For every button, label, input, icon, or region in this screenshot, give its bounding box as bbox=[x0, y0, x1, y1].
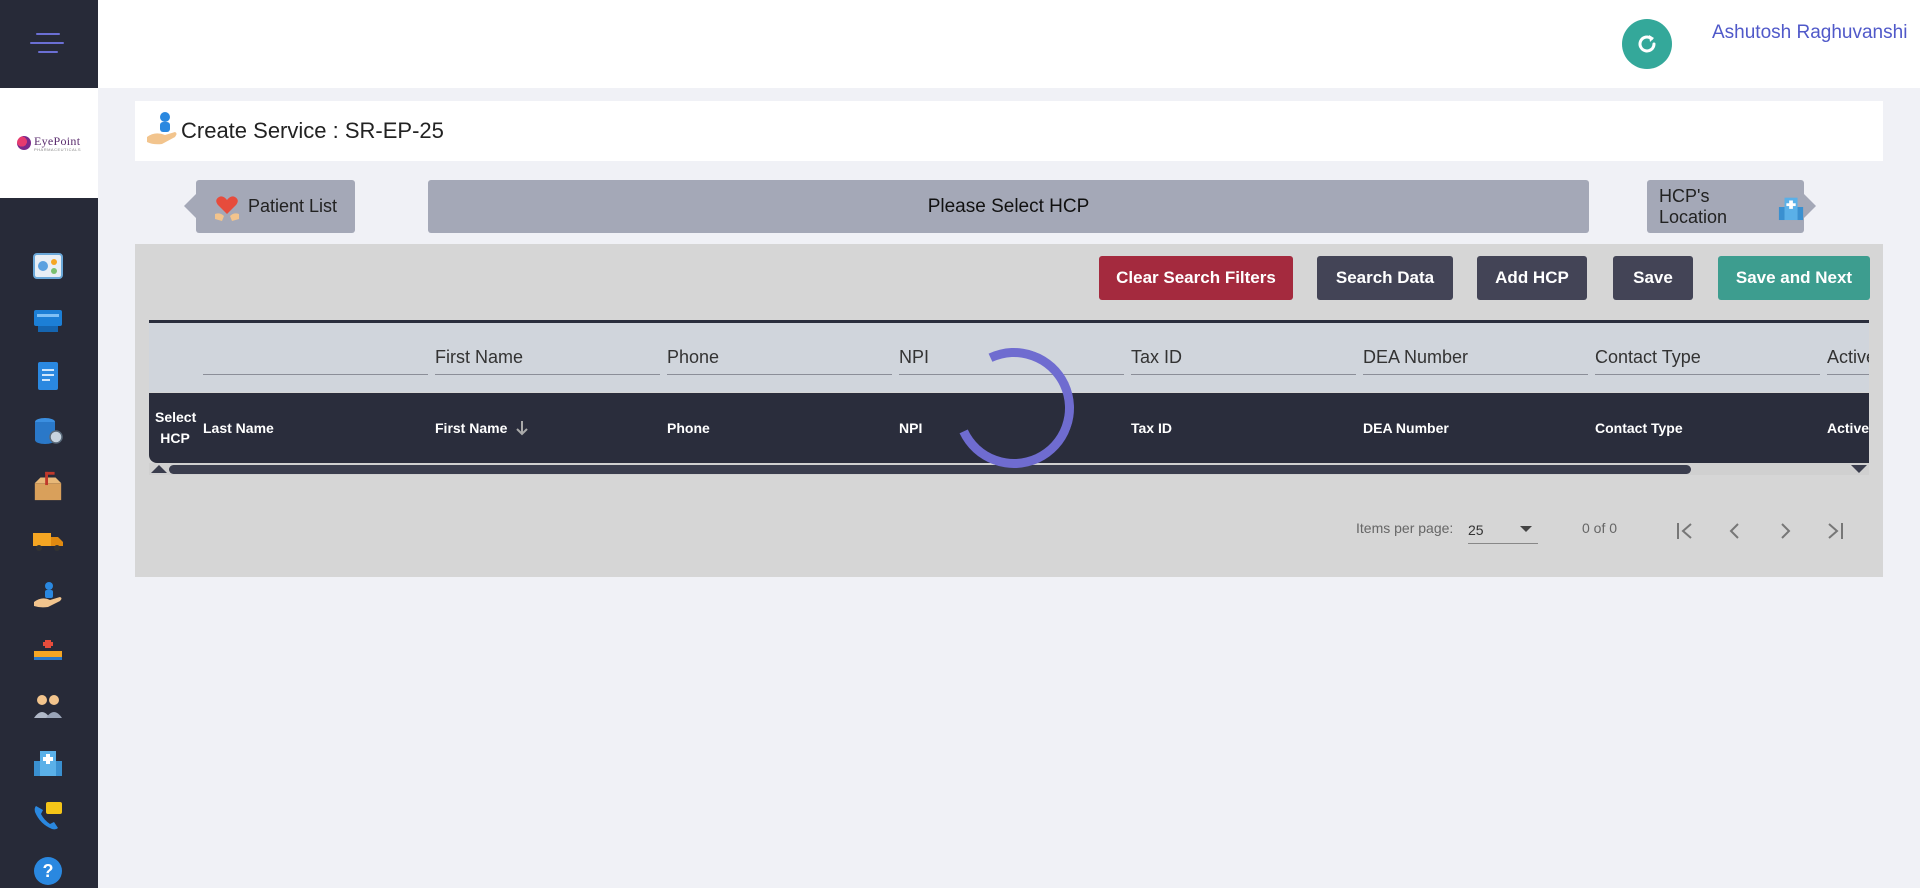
help-icon[interactable]: ? bbox=[32, 855, 64, 887]
patient-list-step-label: Patient List bbox=[248, 196, 338, 216]
scroll-left-icon[interactable] bbox=[151, 465, 167, 473]
delivery-truck-icon[interactable] bbox=[32, 525, 64, 557]
page-range: 0 of 0 bbox=[1582, 520, 1618, 536]
first-name-header[interactable]: First Name bbox=[435, 420, 529, 436]
hospital-building-icon bbox=[1778, 197, 1804, 220]
page-header: Create Service : SR-EP-25 bbox=[135, 101, 1883, 161]
dea-number-filter[interactable]: DEA Number bbox=[1363, 339, 1588, 375]
sidebar: EyePoint PHARMACEUTICALS ? bbox=[0, 0, 98, 888]
phone-header[interactable]: Phone bbox=[667, 420, 710, 436]
database-settings-icon[interactable] bbox=[32, 415, 64, 447]
scroll-right-icon[interactable] bbox=[1851, 465, 1867, 473]
service-hand-icon bbox=[145, 111, 179, 151]
last-page-button[interactable] bbox=[1820, 516, 1850, 546]
refresh-button[interactable] bbox=[1622, 19, 1672, 69]
page-title: Create Service : SR-EP-25 bbox=[181, 118, 444, 143]
document-icon[interactable] bbox=[32, 360, 64, 392]
phone-chat-icon[interactable] bbox=[32, 800, 64, 832]
top-bar: Ashutosh Raghuvanshi bbox=[98, 0, 1920, 88]
service-hand-icon[interactable] bbox=[32, 580, 64, 612]
save-button[interactable]: Save bbox=[1613, 256, 1693, 300]
npi-header[interactable]: NPI bbox=[899, 420, 922, 436]
heart-hands-icon bbox=[215, 195, 239, 221]
phone-filter[interactable]: Phone bbox=[667, 339, 892, 375]
last-page-icon bbox=[1828, 523, 1843, 539]
hcp-location-step-label: HCP's Location bbox=[1659, 185, 1728, 227]
first-page-button[interactable] bbox=[1670, 516, 1700, 546]
user-name[interactable]: Ashutosh Raghuvanshi bbox=[1712, 22, 1907, 44]
first-page-icon bbox=[1677, 523, 1692, 539]
chevron-left-icon bbox=[1729, 523, 1739, 539]
chevron-right-icon bbox=[1781, 523, 1791, 539]
contact-type-header[interactable]: Contact Type bbox=[1595, 420, 1683, 436]
search-data-button[interactable]: Search Data bbox=[1317, 256, 1453, 300]
inbox-icon[interactable] bbox=[32, 305, 64, 337]
users-icon[interactable] bbox=[32, 690, 64, 722]
hcp-location-step-button[interactable]: HCP's Location bbox=[1647, 180, 1816, 233]
scrollbar-thumb[interactable] bbox=[169, 465, 1691, 474]
hospital-building-icon[interactable] bbox=[32, 745, 64, 777]
contact-type-filter[interactable]: Contact Type bbox=[1595, 339, 1820, 375]
last-name-filter[interactable] bbox=[203, 339, 428, 375]
last-name-header[interactable]: Last Name bbox=[203, 420, 274, 436]
items-per-page-value: 25 bbox=[1468, 522, 1484, 538]
company-logo: EyePoint PHARMACEUTICALS bbox=[0, 88, 98, 198]
logo-text: EyePoint bbox=[33, 133, 81, 148]
patient-list-step-button[interactable]: Patient List bbox=[184, 180, 355, 233]
select-hcp-header: Select HCP bbox=[155, 409, 197, 446]
hospital-bed-icon[interactable] bbox=[32, 635, 64, 667]
active-filter[interactable]: Active bbox=[1827, 339, 1869, 375]
save-and-next-button[interactable]: Save and Next bbox=[1718, 256, 1870, 300]
tax-id-filter[interactable]: Tax ID bbox=[1131, 339, 1356, 375]
svg-text:?: ? bbox=[43, 861, 54, 881]
menu-toggle-icon[interactable] bbox=[30, 33, 66, 57]
refresh-icon bbox=[1638, 35, 1656, 53]
items-per-page-label: Items per page: bbox=[1356, 520, 1454, 536]
logo-mark-icon bbox=[16, 136, 31, 150]
logo-subtext: PHARMACEUTICALS bbox=[33, 146, 82, 152]
first-name-filter[interactable]: First Name bbox=[435, 339, 660, 375]
clear-search-filters-button[interactable]: Clear Search Filters bbox=[1099, 256, 1293, 300]
dropdown-caret-icon bbox=[1520, 526, 1532, 532]
package-icon[interactable] bbox=[32, 470, 64, 502]
first-name-header-label: First Name bbox=[435, 420, 508, 436]
dashboard-icon[interactable] bbox=[32, 250, 64, 282]
add-hcp-button[interactable]: Add HCP bbox=[1477, 256, 1587, 300]
dea-number-header[interactable]: DEA Number bbox=[1363, 420, 1449, 436]
sort-arrow-down-icon bbox=[516, 421, 529, 436]
next-page-button[interactable] bbox=[1770, 516, 1800, 546]
tax-id-header[interactable]: Tax ID bbox=[1131, 420, 1172, 436]
items-per-page-select[interactable]: 25 bbox=[1468, 514, 1538, 544]
current-step-label: Please Select HCP bbox=[428, 180, 1589, 233]
previous-page-button[interactable] bbox=[1720, 516, 1750, 546]
active-header[interactable]: Active bbox=[1827, 420, 1869, 436]
